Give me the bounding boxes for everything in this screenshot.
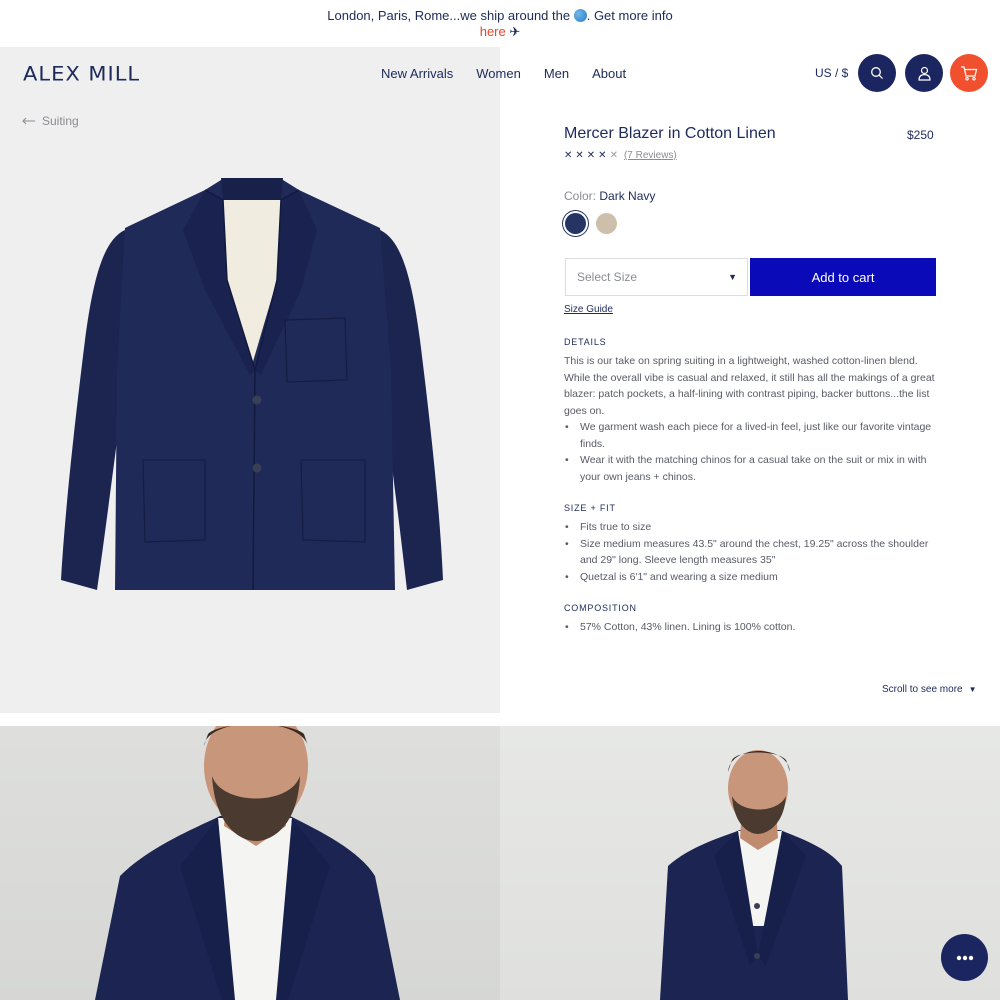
announcement-text: London, Paris, Rome...we ship around the xyxy=(327,8,571,23)
caret-down-icon: ▼ xyxy=(728,272,737,282)
star-icon: ✕ xyxy=(586,150,596,161)
list-item: Quetzal is 6'1" and wearing a size mediu… xyxy=(564,569,936,586)
chat-button[interactable] xyxy=(941,934,988,981)
model-photo-closeup[interactable] xyxy=(0,726,500,1000)
plane-icon: ✈ xyxy=(509,24,521,39)
announcement-bar: London, Paris, Rome...we ship around the… xyxy=(0,0,1000,47)
reviews-link[interactable]: (7 Reviews) xyxy=(624,150,677,161)
search-icon xyxy=(871,67,883,79)
list-item: Fits true to size xyxy=(564,519,936,536)
search-button[interactable] xyxy=(858,54,896,92)
product-rating[interactable]: ✕ ✕ ✕ ✕ ✕ (7 Reviews) xyxy=(564,150,677,161)
nav-women[interactable]: Women xyxy=(476,66,521,81)
size-fit-bullets: Fits true to size Size medium measures 4… xyxy=(564,519,936,585)
account-button[interactable] xyxy=(905,54,943,92)
announcement-text-after: . Get more info xyxy=(586,8,673,23)
globe-icon xyxy=(573,9,587,22)
account-icon xyxy=(917,66,931,81)
rating-stars: ✕ ✕ ✕ ✕ ✕ xyxy=(564,150,618,161)
model-closeup-image xyxy=(95,726,400,1000)
star-icon: ✕ xyxy=(564,150,573,161)
arrow-left-icon xyxy=(22,117,35,125)
composition-heading: COMPOSITION xyxy=(564,603,637,613)
size-select-placeholder: Select Size xyxy=(577,270,638,284)
nav-men[interactable]: Men xyxy=(544,66,569,81)
model-full-image xyxy=(660,750,848,1000)
scroll-more-label: Scroll to see more xyxy=(882,684,963,695)
add-to-cart-button[interactable]: Add to cart xyxy=(750,258,936,296)
color-label: Color: xyxy=(564,189,597,203)
star-icon: ✕ xyxy=(575,150,584,161)
breadcrumb[interactable]: Suiting xyxy=(22,114,79,128)
size-select[interactable]: Select Size ▼ xyxy=(565,258,748,296)
swatch-tan[interactable] xyxy=(596,213,617,234)
details-heading: DETAILS xyxy=(564,337,607,347)
list-item: Wear it with the matching chinos for a c… xyxy=(564,452,936,485)
list-item: We garment wash each piece for a lived-i… xyxy=(564,419,936,452)
details-paragraph: This is our take on spring suiting in a … xyxy=(564,355,935,417)
list-item: 57% Cotton, 43% linen. Lining is 100% co… xyxy=(564,619,936,636)
announcement-link[interactable]: here xyxy=(480,24,506,39)
star-icon: ✕ xyxy=(598,150,607,161)
size-guide-link[interactable]: Size Guide xyxy=(564,304,613,315)
cart-icon xyxy=(961,66,978,81)
blazer-product-image[interactable] xyxy=(55,170,450,600)
alex-mill-logo[interactable]: ALEX MILL xyxy=(23,62,140,86)
color-value: Dark Navy xyxy=(599,189,656,203)
scroll-more-link[interactable]: Scroll to see more ▼ xyxy=(882,684,977,695)
star-empty-icon: ✕ xyxy=(609,150,618,161)
color-swatches xyxy=(565,213,617,234)
locale-selector[interactable]: US / $ xyxy=(815,66,848,80)
nav-about[interactable]: About xyxy=(592,66,626,81)
color-selection: Color: Dark Navy xyxy=(564,189,655,203)
details-bullets: We garment wash each piece for a lived-i… xyxy=(564,419,936,485)
swatch-dark-navy[interactable] xyxy=(565,213,586,234)
composition-bullets: 57% Cotton, 43% linen. Lining is 100% co… xyxy=(564,619,936,636)
arrow-down-icon: ▼ xyxy=(968,685,977,694)
chat-icon xyxy=(956,955,973,960)
cart-button[interactable] xyxy=(950,54,988,92)
list-item: Size medium measures 43.5" around the ch… xyxy=(564,536,936,569)
main-nav: New Arrivals Women Men About xyxy=(381,66,649,81)
model-photo-full[interactable] xyxy=(500,726,1000,1000)
product-title: Mercer Blazer in Cotton Linen xyxy=(564,125,776,142)
size-fit-heading: SIZE + FIT xyxy=(564,503,616,513)
breadcrumb-label: Suiting xyxy=(42,114,79,128)
product-price: $250 xyxy=(907,128,934,142)
nav-new-arrivals[interactable]: New Arrivals xyxy=(381,66,453,81)
